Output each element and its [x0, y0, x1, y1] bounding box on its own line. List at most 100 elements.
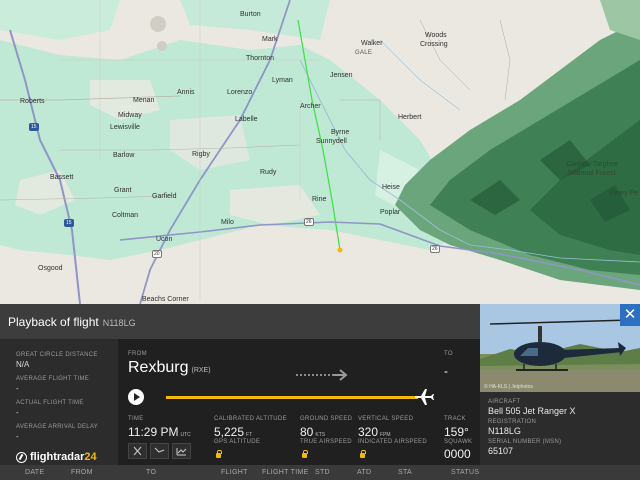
column-header-sta[interactable]: STA: [398, 469, 412, 476]
place-piney-peak: Piney Pe: [610, 190, 639, 197]
squawk-label: SQUAWK: [444, 439, 473, 445]
registration-value[interactable]: N118LG: [488, 426, 576, 436]
from-airport[interactable]: Rexburg (RXE): [128, 359, 211, 377]
creek: [379, 39, 461, 111]
place-woods: Woods: [425, 32, 447, 39]
column-header-flight[interactable]: FLIGHT: [221, 469, 248, 476]
track-label: TRACK: [444, 416, 466, 422]
flightradar24-logo[interactable]: flightradar24: [16, 451, 97, 463]
flightradar-window: Burton Mark Walker Woods Crossing GALE T…: [0, 0, 640, 480]
route-shield-us20: 20: [152, 250, 162, 258]
aircraft-position-marker: [337, 247, 343, 253]
route-shield-us26: 26: [304, 218, 314, 226]
logo-text: flightradar24: [30, 451, 97, 463]
route-shield-i15: 15: [64, 219, 74, 227]
squawk-value: 0000: [444, 447, 471, 461]
place-grant: Grant: [114, 187, 132, 194]
creek: [419, 19, 471, 91]
place-poplar: Poplar: [380, 209, 401, 216]
playback-progress-bar[interactable]: [166, 396, 418, 399]
place-caribou-targhee: Caribou-Targhee: [566, 161, 619, 168]
column-header-status[interactable]: STATUS: [451, 469, 479, 476]
route-shield-i15: 15: [29, 123, 39, 131]
place-milo: Milo: [221, 219, 234, 226]
place-gale: GALE: [355, 50, 373, 56]
column-header-flight-time[interactable]: FLIGHT TIME: [262, 469, 309, 476]
vertical-speed-label: VERTICAL SPEED: [358, 416, 414, 422]
play-button[interactable]: [128, 389, 144, 405]
aircraft-label: AIRCRAFT: [488, 399, 521, 405]
place-garfield: Garfield: [152, 193, 177, 200]
route-shield-us26: 26: [430, 245, 440, 253]
place-rine: Rine: [312, 196, 327, 203]
route-view-button[interactable]: [150, 443, 169, 459]
column-header-date[interactable]: DATE: [25, 469, 44, 476]
panel-registration: N118LG: [102, 317, 136, 328]
place-lorenzo: Lorenzo: [227, 89, 253, 96]
aircraft-photo[interactable]: © HA-KLS | Jetphotos: [480, 304, 640, 392]
place-rigby: Rigby: [192, 151, 210, 158]
farmland-area: [180, 0, 330, 40]
aircraft-details: AIRCRAFT Bell 505 Jet Ranger X REGISTRAT…: [488, 399, 576, 459]
expand-icon: [133, 446, 142, 456]
fullscreen-button[interactable]: [128, 443, 147, 459]
airplane-icon[interactable]: [414, 388, 434, 406]
column-header-atd[interactable]: ATD: [357, 469, 371, 476]
true-airspeed-label: TRUE AIRSPEED: [300, 439, 352, 445]
place-herbert: Herbert: [398, 114, 422, 121]
chart-button[interactable]: [172, 443, 191, 459]
ground-speed-label: GROUND SPEED: [300, 416, 353, 422]
serial-number-value: 65107: [488, 446, 514, 456]
vertical-speed-value: 320 FPM: [358, 425, 391, 439]
flight-stats-column: GREAT CIRCLE DISTANCE N/A AVERAGE FLIGHT…: [0, 339, 118, 465]
place-annis: Annis: [177, 89, 195, 96]
place-coltman: Coltman: [112, 212, 139, 219]
from-label: FROM: [128, 351, 147, 357]
calibrated-altitude-value: 5,225 FT: [214, 425, 253, 439]
column-header-std[interactable]: STD: [315, 469, 330, 476]
stat-label: AVERAGE FLIGHT TIME: [16, 376, 90, 382]
lock-icon[interactable]: [360, 450, 366, 458]
track-value: 159°: [444, 425, 469, 439]
route-icon: [154, 447, 165, 453]
place-sunnydell: Sunnydell: [316, 138, 347, 145]
place-archer: Archer: [300, 103, 321, 110]
stat-label: AVERAGE ARRIVAL DELAY: [16, 424, 99, 430]
registration-label: REGISTRATION: [488, 419, 537, 425]
panel-title: Playback of flight: [8, 314, 99, 329]
column-header-from[interactable]: FROM: [71, 469, 93, 476]
aircraft-info-column: © HA-KLS | Jetphotos ✕ AIRCRAFT Bell 505…: [480, 304, 640, 465]
time-value: 11:29 PM UTC: [128, 425, 191, 439]
butte: [150, 16, 166, 32]
panel-header: Playback of flight N118LG: [0, 304, 480, 339]
flight-playback-panel: Playback of flight N118LG GREAT CIRCLE D…: [0, 304, 640, 480]
creek: [499, 19, 511, 101]
place-roberts: Roberts: [20, 98, 45, 105]
chart-icon: [176, 448, 187, 456]
indicated-airspeed-label: INDICATED AIRSPEED: [358, 439, 427, 445]
aircraft-type-value[interactable]: Bell 505 Jet Ranger X: [488, 406, 576, 416]
to-airport[interactable]: -: [444, 364, 448, 378]
place-burton: Burton: [240, 11, 261, 18]
stat-value: N/A: [16, 360, 30, 369]
route-arrow-icon: [296, 369, 348, 381]
map-canvas: [0, 0, 640, 304]
place-barlow: Barlow: [113, 152, 135, 159]
place-thornton: Thornton: [246, 55, 275, 62]
stat-label: GREAT CIRCLE DISTANCE: [16, 352, 98, 358]
stat-value: -: [16, 384, 19, 393]
stat-value: -: [16, 432, 19, 441]
column-header-to[interactable]: TO: [146, 469, 156, 476]
to-label: TO: [444, 351, 453, 357]
lock-icon[interactable]: [216, 450, 222, 458]
place-national-forest: National Forest: [568, 170, 616, 177]
flight-detail-column: FROM Rexburg (RXE) TO - TIME 11:29 PM UTC …: [118, 339, 480, 465]
stat-value: -: [16, 408, 19, 417]
place-heise: Heise: [382, 184, 400, 191]
close-button[interactable]: ✕: [620, 304, 640, 326]
lock-icon[interactable]: [302, 450, 308, 458]
map-view[interactable]: Burton Mark Walker Woods Crossing GALE T…: [0, 0, 640, 304]
gps-altitude-label: GPS ALTITUDE: [214, 439, 261, 445]
photo-credit[interactable]: © HA-KLS | Jetphotos: [484, 384, 533, 390]
flight-history-header: DATE FROM TO FLIGHT FLIGHT TIME STD ATD …: [0, 465, 640, 480]
